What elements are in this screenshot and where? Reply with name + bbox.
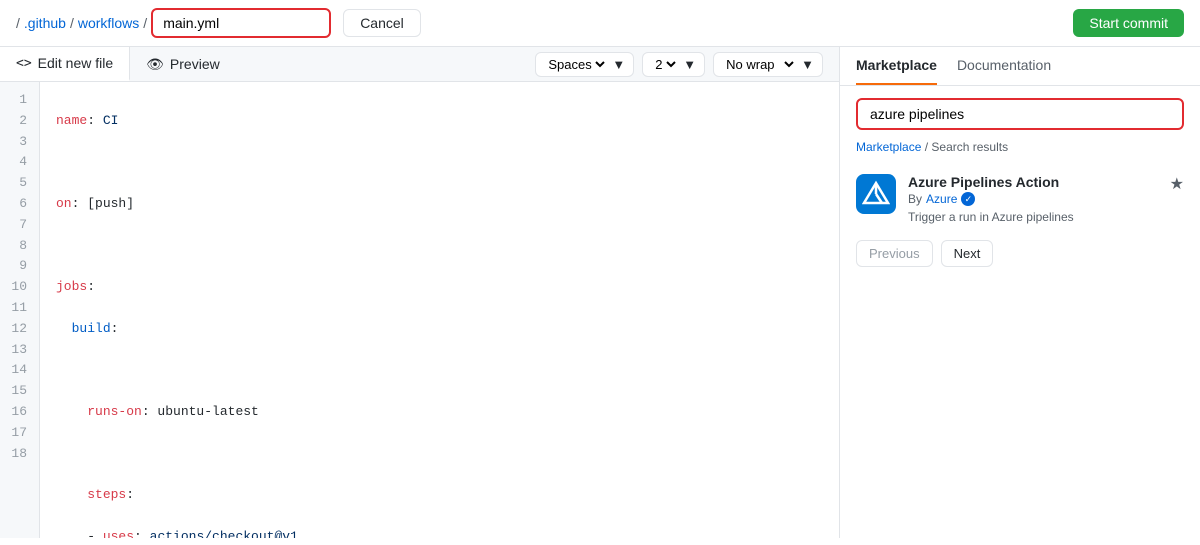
tab-documentation[interactable]: Documentation xyxy=(957,47,1051,85)
indent-size-select[interactable]: 2 4 8 xyxy=(651,56,679,73)
line-num-10: 10 xyxy=(0,277,39,298)
tab-edit-new-file[interactable]: <> Edit new file xyxy=(0,47,130,81)
indent-size-select-control[interactable]: 2 4 8 ▼ xyxy=(642,52,705,77)
top-bar: / .github / workflows / Cancel Start com… xyxy=(0,0,1200,47)
toolbar-controls: Spaces Tabs ▼ 2 4 8 ▼ No wrap xyxy=(519,48,839,81)
spaces-select[interactable]: Spaces Tabs xyxy=(544,56,608,73)
line-num-15: 15 xyxy=(0,381,39,402)
line-num-7: 7 xyxy=(0,215,39,236)
code-line-8: runs-on: ubuntu-latest xyxy=(56,402,823,423)
by-label: By xyxy=(908,192,922,206)
code-content[interactable]: name: CI on: [push] jobs: build: runs-on… xyxy=(40,82,839,538)
previous-button[interactable]: Previous xyxy=(856,240,933,267)
breadcrumb-sep2: / xyxy=(70,15,74,31)
verified-badge-icon: ✓ xyxy=(961,192,975,206)
start-commit-button[interactable]: Start commit xyxy=(1073,9,1184,37)
breadcrumb: / .github / workflows / Cancel xyxy=(16,8,421,38)
line-num-2: 2 xyxy=(0,111,39,132)
line-num-3: 3 xyxy=(0,132,39,153)
result-title-text: Azure Pipelines Action xyxy=(908,174,1059,190)
search-results-label: Search results xyxy=(931,140,1008,154)
line-num-6: 6 xyxy=(0,194,39,215)
line-num-13: 13 xyxy=(0,340,39,361)
code-editor[interactable]: 1 2 3 4 5 6 7 8 9 10 11 12 13 14 15 16 1 xyxy=(0,82,839,538)
line-num-18: 18 xyxy=(0,444,39,465)
search-breadcrumb: Marketplace / Search results xyxy=(856,140,1184,154)
result-title: Azure Pipelines Action xyxy=(908,174,1158,190)
result-item: Azure Pipelines Action By Azure ✓ Trigge… xyxy=(856,166,1184,232)
code-icon: <> xyxy=(16,56,32,71)
code-line-11: - uses: actions/checkout@v1 xyxy=(56,527,823,538)
line-num-9: 9 xyxy=(0,256,39,277)
azure-logo-svg xyxy=(862,180,890,208)
code-line-1: name: CI xyxy=(56,111,823,132)
line-num-11: 11 xyxy=(0,298,39,319)
line-num-17: 17 xyxy=(0,423,39,444)
code-line-6: build: xyxy=(56,319,823,340)
next-button[interactable]: Next xyxy=(941,240,994,267)
code-line-2 xyxy=(56,152,823,173)
result-description: Trigger a run in Azure pipelines xyxy=(908,210,1158,224)
wrap-select[interactable]: No wrap Soft wrap xyxy=(722,56,797,73)
chevron-down-icon: ▼ xyxy=(612,57,625,72)
code-line-7 xyxy=(56,360,823,381)
marketplace-search-input[interactable] xyxy=(856,98,1184,130)
right-panel: Marketplace Documentation Marketplace / … xyxy=(840,47,1200,538)
line-numbers: 1 2 3 4 5 6 7 8 9 10 11 12 13 14 15 16 1 xyxy=(0,82,40,538)
by-name-link[interactable]: Azure xyxy=(926,192,957,206)
code-line-5: jobs: xyxy=(56,277,823,298)
chevron-down-icon-3: ▼ xyxy=(801,57,814,72)
code-line-4 xyxy=(56,236,823,257)
cancel-button[interactable]: Cancel xyxy=(343,9,421,37)
line-num-5: 5 xyxy=(0,173,39,194)
line-num-16: 16 xyxy=(0,402,39,423)
breadcrumb-workflows-link[interactable]: workflows xyxy=(78,15,139,31)
filename-input[interactable] xyxy=(151,8,331,38)
code-lines: 1 2 3 4 5 6 7 8 9 10 11 12 13 14 15 16 1 xyxy=(0,82,839,538)
code-line-9 xyxy=(56,444,823,465)
preview-tab-label: Preview xyxy=(170,56,220,72)
chevron-down-icon-2: ▼ xyxy=(683,57,696,72)
code-panel: <> Edit new file 👁 Preview Spaces Tabs ▼ xyxy=(0,47,840,538)
code-line-10: steps: xyxy=(56,485,823,506)
line-num-1: 1 xyxy=(0,90,39,111)
line-num-4: 4 xyxy=(0,152,39,173)
marketplace-breadcrumb-link[interactable]: Marketplace xyxy=(856,140,921,154)
wrap-select-control[interactable]: No wrap Soft wrap ▼ xyxy=(713,52,823,77)
breadcrumb-sep1: / xyxy=(16,15,20,31)
star-icon[interactable]: ★ xyxy=(1170,174,1184,194)
tab-preview[interactable]: 👁 Preview xyxy=(130,48,236,81)
spaces-select-control[interactable]: Spaces Tabs ▼ xyxy=(535,52,634,77)
right-content: Marketplace / Search results Azure Pipel… xyxy=(840,86,1200,538)
right-tabs: Marketplace Documentation xyxy=(840,47,1200,86)
breadcrumb-github-link[interactable]: .github xyxy=(24,15,66,31)
line-num-12: 12 xyxy=(0,319,39,340)
tab-marketplace[interactable]: Marketplace xyxy=(856,47,937,85)
breadcrumb-sep3: / xyxy=(143,15,147,31)
azure-icon xyxy=(856,174,896,214)
line-num-14: 14 xyxy=(0,360,39,381)
result-by: By Azure ✓ xyxy=(908,192,1158,206)
eye-icon: 👁 xyxy=(146,56,164,73)
pagination: Previous Next xyxy=(856,232,1184,275)
line-num-8: 8 xyxy=(0,236,39,257)
editor-toolbar: <> Edit new file 👁 Preview Spaces Tabs ▼ xyxy=(0,47,839,82)
edit-tab-label: Edit new file xyxy=(38,55,113,71)
editor-container: <> Edit new file 👁 Preview Spaces Tabs ▼ xyxy=(0,47,1200,538)
code-line-3: on: [push] xyxy=(56,194,823,215)
result-info: Azure Pipelines Action By Azure ✓ Trigge… xyxy=(908,174,1158,224)
